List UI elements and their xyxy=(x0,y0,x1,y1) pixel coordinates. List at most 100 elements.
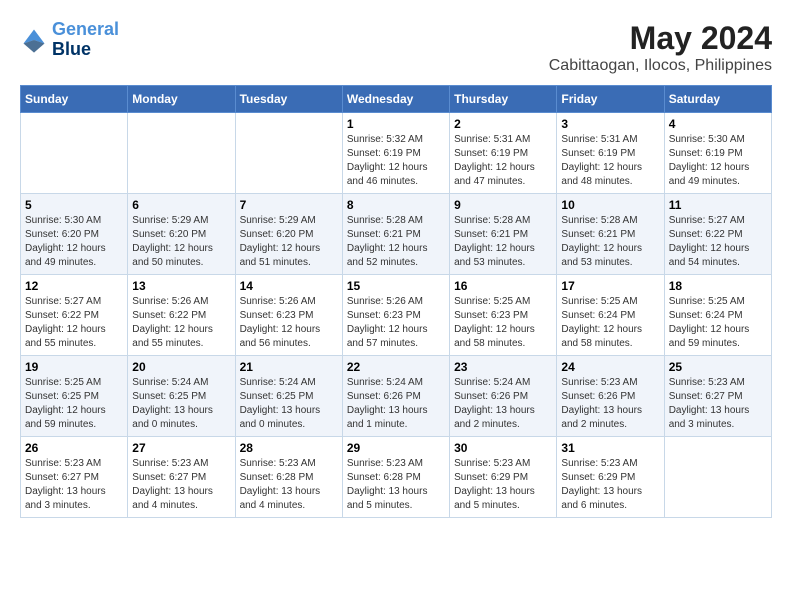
day-info: Sunrise: 5:23 AM Sunset: 6:28 PM Dayligh… xyxy=(347,457,445,513)
calendar-cell: 5 Sunrise: 5:30 AM Sunset: 6:20 PM Daylig… xyxy=(21,194,128,275)
calendar-cell: 29 Sunrise: 5:23 AM Sunset: 6:28 PM Dayli… xyxy=(342,437,449,518)
day-number: 16 xyxy=(454,279,552,293)
day-number: 20 xyxy=(132,360,230,374)
day-number: 25 xyxy=(669,360,767,374)
calendar-cell: 16 Sunrise: 5:25 AM Sunset: 6:23 PM Dayli… xyxy=(450,275,557,356)
day-info: Sunrise: 5:28 AM Sunset: 6:21 PM Dayligh… xyxy=(347,214,445,270)
day-number: 19 xyxy=(25,360,123,374)
calendar-cell: 26 Sunrise: 5:23 AM Sunset: 6:27 PM Dayli… xyxy=(21,437,128,518)
day-info: Sunrise: 5:23 AM Sunset: 6:28 PM Dayligh… xyxy=(240,457,338,513)
day-number: 10 xyxy=(561,198,659,212)
day-header-sunday: Sunday xyxy=(21,86,128,113)
day-info: Sunrise: 5:23 AM Sunset: 6:26 PM Dayligh… xyxy=(561,376,659,432)
day-info: Sunrise: 5:24 AM Sunset: 6:26 PM Dayligh… xyxy=(347,376,445,432)
day-info: Sunrise: 5:25 AM Sunset: 6:25 PM Dayligh… xyxy=(25,376,123,432)
calendar-cell xyxy=(128,113,235,194)
calendar-cell: 11 Sunrise: 5:27 AM Sunset: 6:22 PM Dayli… xyxy=(664,194,771,275)
day-number: 27 xyxy=(132,441,230,455)
calendar-cell: 22 Sunrise: 5:24 AM Sunset: 6:26 PM Dayli… xyxy=(342,356,449,437)
day-info: Sunrise: 5:23 AM Sunset: 6:27 PM Dayligh… xyxy=(25,457,123,513)
day-number: 22 xyxy=(347,360,445,374)
day-info: Sunrise: 5:24 AM Sunset: 6:25 PM Dayligh… xyxy=(240,376,338,432)
day-number: 12 xyxy=(25,279,123,293)
calendar-cell: 27 Sunrise: 5:23 AM Sunset: 6:27 PM Dayli… xyxy=(128,437,235,518)
calendar-cell: 8 Sunrise: 5:28 AM Sunset: 6:21 PM Daylig… xyxy=(342,194,449,275)
day-number: 26 xyxy=(25,441,123,455)
day-info: Sunrise: 5:26 AM Sunset: 6:22 PM Dayligh… xyxy=(132,295,230,351)
day-number: 28 xyxy=(240,441,338,455)
header: General Blue May 2024 Cabittaogan, Iloco… xyxy=(20,20,772,75)
day-number: 21 xyxy=(240,360,338,374)
calendar-cell: 14 Sunrise: 5:26 AM Sunset: 6:23 PM Dayli… xyxy=(235,275,342,356)
day-info: Sunrise: 5:28 AM Sunset: 6:21 PM Dayligh… xyxy=(561,214,659,270)
calendar-cell: 6 Sunrise: 5:29 AM Sunset: 6:20 PM Daylig… xyxy=(128,194,235,275)
day-info: Sunrise: 5:24 AM Sunset: 6:25 PM Dayligh… xyxy=(132,376,230,432)
day-info: Sunrise: 5:26 AM Sunset: 6:23 PM Dayligh… xyxy=(240,295,338,351)
day-info: Sunrise: 5:23 AM Sunset: 6:27 PM Dayligh… xyxy=(669,376,767,432)
calendar-cell: 7Sunrise: 5:29 AM Sunset: 6:20 PM Daylig… xyxy=(235,194,342,275)
day-number: 2 xyxy=(454,117,552,131)
calendar-cell: 25 Sunrise: 5:23 AM Sunset: 6:27 PM Dayli… xyxy=(664,356,771,437)
day-info: Sunrise: 5:28 AM Sunset: 6:21 PM Dayligh… xyxy=(454,214,552,270)
day-info: Sunrise: 5:32 AM Sunset: 6:19 PM Dayligh… xyxy=(347,133,445,189)
day-info: Sunrise: 5:26 AM Sunset: 6:23 PM Dayligh… xyxy=(347,295,445,351)
day-info: Sunrise: 5:27 AM Sunset: 6:22 PM Dayligh… xyxy=(669,214,767,270)
day-header-friday: Friday xyxy=(557,86,664,113)
day-number: 6 xyxy=(132,198,230,212)
calendar-cell xyxy=(664,437,771,518)
calendar-cell: 2 Sunrise: 5:31 AM Sunset: 6:19 PM Daylig… xyxy=(450,113,557,194)
day-info: Sunrise: 5:30 AM Sunset: 6:19 PM Dayligh… xyxy=(669,133,767,189)
calendar-cell: 17 Sunrise: 5:25 AM Sunset: 6:24 PM Dayli… xyxy=(557,275,664,356)
day-number: 14 xyxy=(240,279,338,293)
day-header-thursday: Thursday xyxy=(450,86,557,113)
week-row-5: 26 Sunrise: 5:23 AM Sunset: 6:27 PM Dayli… xyxy=(21,437,772,518)
day-info: Sunrise: 5:25 AM Sunset: 6:24 PM Dayligh… xyxy=(561,295,659,351)
week-row-3: 12Sunrise: 5:27 AM Sunset: 6:22 PM Dayli… xyxy=(21,275,772,356)
calendar-cell: 21 Sunrise: 5:24 AM Sunset: 6:25 PM Dayli… xyxy=(235,356,342,437)
day-number: 9 xyxy=(454,198,552,212)
day-number: 11 xyxy=(669,198,767,212)
day-header-tuesday: Tuesday xyxy=(235,86,342,113)
day-number: 31 xyxy=(561,441,659,455)
calendar-cell: 20 Sunrise: 5:24 AM Sunset: 6:25 PM Dayli… xyxy=(128,356,235,437)
day-info: Sunrise: 5:23 AM Sunset: 6:27 PM Dayligh… xyxy=(132,457,230,513)
day-number: 29 xyxy=(347,441,445,455)
day-number: 24 xyxy=(561,360,659,374)
day-number: 13 xyxy=(132,279,230,293)
day-number: 30 xyxy=(454,441,552,455)
logo-icon xyxy=(20,26,48,54)
calendar-cell: 19 Sunrise: 5:25 AM Sunset: 6:25 PM Dayli… xyxy=(21,356,128,437)
calendar-cell xyxy=(21,113,128,194)
day-number: 5 xyxy=(25,198,123,212)
day-header-saturday: Saturday xyxy=(664,86,771,113)
day-number: 15 xyxy=(347,279,445,293)
calendar-cell: 4 Sunrise: 5:30 AM Sunset: 6:19 PM Daylig… xyxy=(664,113,771,194)
day-header-wednesday: Wednesday xyxy=(342,86,449,113)
day-info: Sunrise: 5:29 AM Sunset: 6:20 PM Dayligh… xyxy=(132,214,230,270)
day-number: 17 xyxy=(561,279,659,293)
calendar-cell: 28 Sunrise: 5:23 AM Sunset: 6:28 PM Dayli… xyxy=(235,437,342,518)
days-header-row: SundayMondayTuesdayWednesdayThursdayFrid… xyxy=(21,86,772,113)
day-info: Sunrise: 5:23 AM Sunset: 6:29 PM Dayligh… xyxy=(454,457,552,513)
day-info: Sunrise: 5:31 AM Sunset: 6:19 PM Dayligh… xyxy=(454,133,552,189)
day-info: Sunrise: 5:25 AM Sunset: 6:24 PM Dayligh… xyxy=(669,295,767,351)
week-row-4: 19 Sunrise: 5:25 AM Sunset: 6:25 PM Dayli… xyxy=(21,356,772,437)
day-info: Sunrise: 5:29 AM Sunset: 6:20 PM Dayligh… xyxy=(240,214,338,270)
day-info: Sunrise: 5:30 AM Sunset: 6:20 PM Dayligh… xyxy=(25,214,123,270)
title-area: May 2024 Cabittaogan, Ilocos, Philippine… xyxy=(549,20,772,75)
day-number: 1 xyxy=(347,117,445,131)
calendar-cell: 3Sunrise: 5:31 AM Sunset: 6:19 PM Daylig… xyxy=(557,113,664,194)
day-number: 8 xyxy=(347,198,445,212)
calendar-cell: 13 Sunrise: 5:26 AM Sunset: 6:22 PM Dayli… xyxy=(128,275,235,356)
day-info: Sunrise: 5:23 AM Sunset: 6:29 PM Dayligh… xyxy=(561,457,659,513)
day-number: 23 xyxy=(454,360,552,374)
day-number: 4 xyxy=(669,117,767,131)
calendar-cell xyxy=(235,113,342,194)
logo: General Blue xyxy=(20,20,119,60)
calendar-cell: 10 Sunrise: 5:28 AM Sunset: 6:21 PM Dayli… xyxy=(557,194,664,275)
day-number: 18 xyxy=(669,279,767,293)
calendar-cell: 24 Sunrise: 5:23 AM Sunset: 6:26 PM Dayli… xyxy=(557,356,664,437)
logo-text: General Blue xyxy=(52,20,119,60)
calendar-cell: 23Sunrise: 5:24 AM Sunset: 6:26 PM Dayli… xyxy=(450,356,557,437)
day-info: Sunrise: 5:25 AM Sunset: 6:23 PM Dayligh… xyxy=(454,295,552,351)
